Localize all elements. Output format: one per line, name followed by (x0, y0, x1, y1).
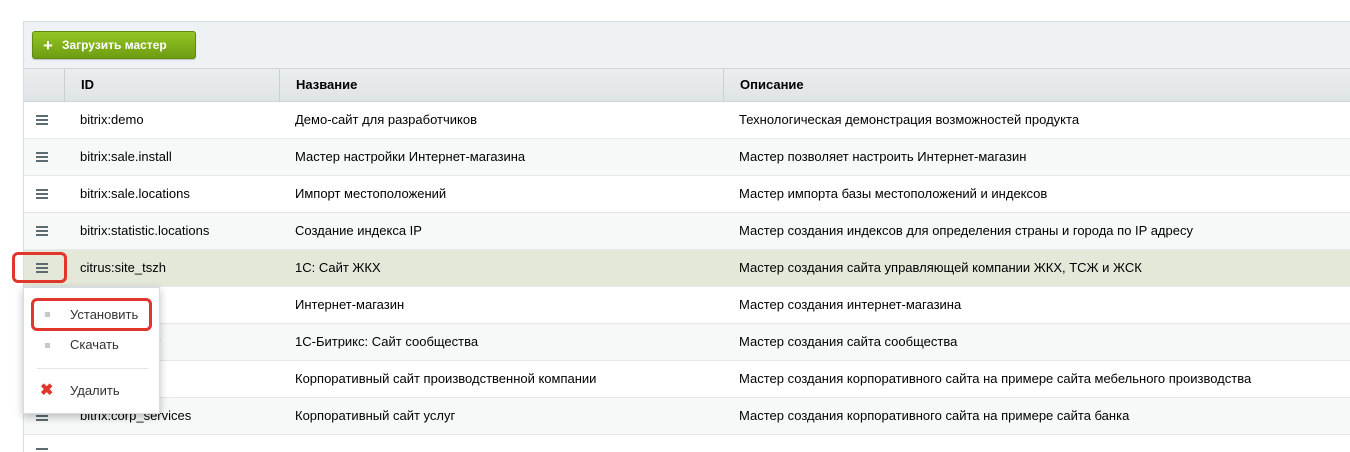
row-id: citrus:site_tszh (80, 260, 166, 275)
table-row[interactable]: Интернет-магазин Мастер создания интерне… (24, 287, 1350, 324)
table-row[interactable]: bitrix:statistic.locations Создание инде… (24, 213, 1350, 250)
table-header: ID Название Описание (24, 68, 1350, 102)
row-name: Импорт местоположений (295, 186, 447, 201)
menu-item-delete-label: Удалить (70, 383, 120, 398)
row-description: Мастер создания корпоративного сайта на … (739, 408, 1130, 423)
row-name: Создание индекса IP (295, 223, 422, 238)
menu-item-download-label: Скачать (70, 337, 119, 352)
row-description: Мастер создания индексов для определения… (739, 223, 1193, 238)
row-id: bitrix:demo (80, 112, 144, 127)
hamburger-icon (36, 189, 48, 199)
table-row[interactable]: bitrix:demo Демо-сайт для разработчиков … (24, 102, 1350, 139)
hamburger-icon (36, 448, 48, 452)
hamburger-icon (36, 226, 48, 236)
wizards-panel: + Загрузить мастер ID Название Описание … (23, 21, 1350, 452)
menu-item-download[interactable]: Скачать (24, 330, 159, 360)
upload-wizard-button[interactable]: + Загрузить мастер (32, 31, 196, 59)
table-row[interactable]: ommunity 1С-Битрикс: Сайт сообщества Мас… (24, 324, 1350, 361)
wizards-table: ID Название Описание bitrix:demo Демо-са… (24, 68, 1350, 452)
row-menu-button[interactable] (24, 139, 64, 175)
row-id: bitrix:sale.install (80, 149, 172, 164)
hamburger-icon (36, 152, 48, 162)
row-description: Мастер создания сайта сообщества (739, 334, 958, 349)
row-menu-button[interactable] (24, 176, 64, 212)
upload-wizard-label: Загрузить мастер (61, 38, 167, 52)
menu-item-delete[interactable]: ✖ Удалить (24, 376, 159, 406)
table-row[interactable]: bitrix:sale.locations Импорт местоположе… (24, 176, 1350, 213)
row-description: Мастер создания сайта управляющей компан… (739, 260, 1142, 275)
row-menu-button[interactable] (24, 213, 64, 249)
row-description: Мастер создания интернет-магазина (739, 297, 962, 312)
row-description: Мастер создания корпоративного сайта на … (739, 371, 1252, 386)
table-row[interactable]: niture Корпоративный сайт производственн… (24, 361, 1350, 398)
row-id: bitrix:sale.locations (80, 186, 190, 201)
header-menu-cell (24, 69, 64, 101)
header-id[interactable]: ID (64, 69, 280, 101)
row-context-menu: Установить Скачать ✖ Удалить (23, 287, 160, 414)
plus-icon: + (43, 35, 53, 55)
toolbar: + Загрузить мастер (24, 22, 1350, 68)
row-id: bitrix:statistic.locations (80, 223, 210, 238)
row-name: Демо-сайт для разработчиков (295, 112, 477, 127)
table-row-partial[interactable] (24, 435, 1350, 452)
table-row[interactable]: bitrix:corp_services Корпоративный сайт … (24, 398, 1350, 435)
menu-separator (37, 368, 149, 369)
table-row-selected[interactable]: citrus:site_tszh 1С: Сайт ЖКХ Мастер соз… (24, 250, 1350, 287)
hamburger-icon (36, 115, 48, 125)
menu-item-install-label: Установить (70, 307, 139, 322)
row-name: 1С-Битрикс: Сайт сообщества (295, 334, 479, 349)
table-row[interactable]: bitrix:sale.install Мастер настройки Инт… (24, 139, 1350, 176)
row-menu-button[interactable] (24, 435, 64, 452)
bullet-icon (45, 343, 50, 348)
header-name[interactable]: Название (279, 69, 723, 101)
menu-item-install[interactable]: Установить (31, 298, 152, 331)
delete-x-icon: ✖ (40, 382, 54, 399)
row-description: Мастер импорта базы местоположений и инд… (739, 186, 1048, 201)
header-description[interactable]: Описание (723, 69, 1350, 101)
row-name: Корпоративный сайт производственной комп… (295, 371, 597, 386)
row-menu-button[interactable] (24, 102, 64, 138)
row-name: Мастер настройки Интернет-магазина (295, 149, 526, 164)
row-name: Корпоративный сайт услуг (295, 408, 456, 423)
row-name: 1С: Сайт ЖКХ (295, 260, 381, 275)
row-description: Мастер позволяет настроить Интернет-мага… (739, 149, 1027, 164)
row-name: Интернет-магазин (295, 297, 405, 312)
row-description: Технологическая демонстрация возможносте… (739, 112, 1080, 127)
menu-button-highlight (12, 252, 67, 283)
bullet-icon (45, 312, 50, 317)
